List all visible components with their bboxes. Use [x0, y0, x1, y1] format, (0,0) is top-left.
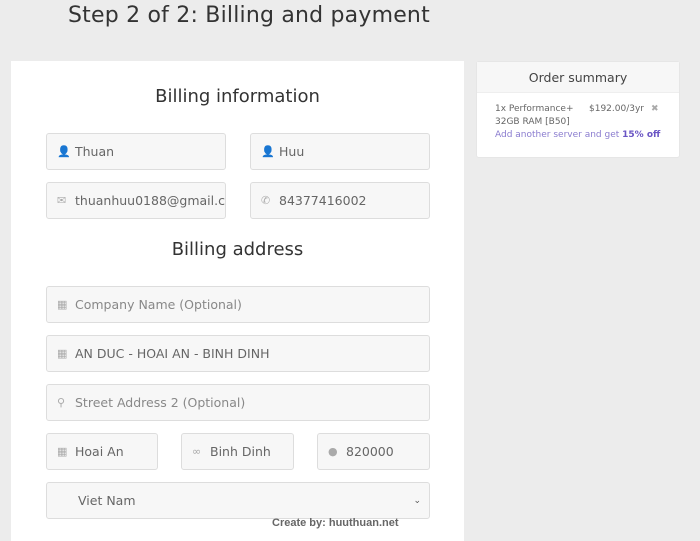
item-detail: 32GB RAM [B50]	[495, 117, 570, 127]
envelope-icon: ✉	[57, 194, 67, 207]
map-marker-icon: ⚲	[57, 396, 66, 409]
billing-address-heading: Billing address	[171, 239, 304, 260]
order-summary-heading: Order summary	[477, 62, 679, 93]
country-select[interactable]: Viet Nam ⌄	[46, 482, 430, 519]
promo-link[interactable]: Add another server and get 15% off	[495, 129, 679, 142]
building-icon: ▦	[57, 298, 68, 311]
building-icon: ▦	[57, 445, 68, 458]
billing-info-heading: Billing information	[155, 86, 320, 107]
city-input[interactable]: ▦ Hoai An	[46, 433, 158, 470]
phone-icon: ✆	[261, 194, 271, 207]
road-icon: ∞	[192, 445, 202, 458]
phone-input[interactable]: ✆ 84377416002	[250, 182, 430, 219]
last-name-input[interactable]: 👤 Huu	[250, 133, 430, 170]
page-title: Step 2 of 2: Billing and payment	[68, 3, 430, 28]
address2-input[interactable]: ⚲ Street Address 2 (Optional)	[46, 384, 430, 421]
chevron-down-icon: ⌄	[413, 495, 421, 506]
email-input[interactable]: ✉thuanhuu0188@gmail.com	[46, 182, 226, 219]
user-icon: 👤	[261, 145, 275, 158]
address1-input[interactable]: ▦ AN DUC - HOAI AN - BINH DINH	[46, 335, 430, 372]
billing-form: Billing information 👤 Thuan 👤 Huu ✉ thuanhu…	[11, 61, 464, 541]
first-name-input[interactable]: 👤 Thuan	[46, 133, 226, 170]
circle-icon: ●	[328, 445, 338, 458]
item-price: $192.00/3yr	[589, 104, 645, 114]
company-input[interactable]: ▦ Company Name (Optional)	[46, 286, 430, 323]
user-icon: 👤	[57, 145, 71, 158]
close-icon[interactable]: ✖	[651, 103, 659, 116]
postcode-input[interactable]: ● 820000	[317, 433, 430, 470]
watermark: Create by: huuthuan.net	[272, 517, 399, 529]
state-input[interactable]: ∞ Binh Dinh	[181, 433, 294, 470]
building-icon: ▦	[57, 347, 68, 360]
order-summary: Order summary 1x Performance+ 32GB RAM […	[476, 61, 680, 158]
